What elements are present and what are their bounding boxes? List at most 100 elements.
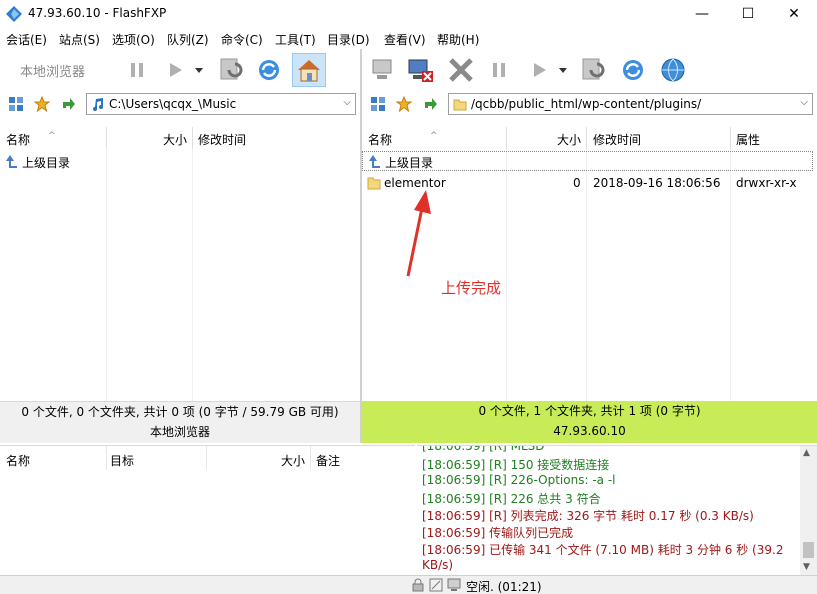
idle-status-text: 空闲. (01:21)	[466, 580, 542, 594]
transfer-queue[interactable]: 名称 目标 大小 备注	[0, 445, 415, 575]
refresh-icon	[259, 60, 279, 80]
remote-path-combo[interactable]: /qcbb/public_html/wp-content/plugins/ ⌵	[448, 93, 813, 115]
play-dropdown-remote[interactable]	[554, 53, 572, 87]
go-up-arrow-icon[interactable]	[60, 96, 76, 112]
queue-col-target[interactable]: 目标	[110, 452, 134, 469]
left-address-bar: C:\Users\qcqx_\Music ⌵	[0, 91, 360, 117]
abort-button[interactable]	[444, 53, 478, 87]
remote-status-summary: 0 个文件, 1 个文件夹, 共计 1 项 (0 字节)	[478, 404, 701, 418]
log-line: KB/s)	[422, 558, 454, 572]
home-icon	[298, 60, 320, 82]
disconnect-computer-icon	[408, 59, 433, 82]
right-col-attr[interactable]: 属性	[736, 131, 760, 148]
abort-x-icon	[449, 58, 473, 82]
menu-view[interactable]: 查看(V)	[384, 31, 426, 48]
dropdown-arrow-icon	[195, 68, 203, 73]
left-toolbar: 本地浏览器	[0, 49, 360, 91]
site-manager-icon[interactable]	[8, 96, 24, 112]
refresh-button-remote[interactable]	[616, 53, 650, 87]
local-path-combo[interactable]: C:\Users\qcqx_\Music ⌵	[86, 93, 356, 115]
refresh-dir-button[interactable]	[214, 53, 248, 87]
play-dropdown[interactable]	[190, 53, 208, 87]
list-item-name: 上级目录	[22, 156, 71, 170]
local-file-list[interactable]: 上级目录	[0, 149, 360, 401]
play-button-remote[interactable]	[522, 53, 556, 87]
left-col-modified[interactable]: 修改时间	[198, 131, 246, 148]
list-item[interactable]: 上级目录	[0, 151, 360, 171]
left-col-size[interactable]: 大小	[163, 131, 187, 148]
right-col-size[interactable]: 大小	[557, 131, 581, 148]
web-browser-button[interactable]	[656, 53, 690, 87]
connect-button[interactable]	[366, 53, 400, 87]
pause-icon	[131, 63, 143, 77]
play-icon	[170, 63, 182, 77]
column-divider[interactable]	[730, 127, 731, 149]
remote-status-panel: 0 个文件, 1 个文件夹, 共计 1 项 (0 字节) 47.93.60.10	[362, 401, 817, 443]
sort-up-icon: ^	[430, 131, 438, 141]
log-line: [18:06:59] 传输队列已完成	[422, 526, 574, 540]
chevron-down-icon: ⌵	[343, 97, 351, 108]
menu-sites[interactable]: 站点(S)	[59, 31, 100, 48]
log-line: [18:06:59] 已传输 341 个文件 (7.10 MB) 耗时 3 分钟…	[422, 543, 784, 557]
minimize-button[interactable]: —	[679, 0, 725, 28]
column-divider[interactable]	[586, 127, 587, 149]
refresh-dir-button-remote[interactable]	[576, 53, 610, 87]
column-divider[interactable]	[310, 446, 311, 470]
scroll-up-icon[interactable]: ▲	[803, 448, 810, 458]
globe-icon	[661, 58, 685, 82]
menu-session[interactable]: 会话(E)	[6, 31, 47, 48]
dropdown-arrow-icon	[559, 68, 567, 73]
list-item[interactable]: 上级目录	[362, 151, 813, 171]
column-guide	[106, 149, 107, 401]
menu-help[interactable]: 帮助(H)	[437, 31, 479, 48]
menu-directory[interactable]: 目录(D)	[327, 31, 370, 48]
local-status-label: 本地浏览器	[149, 425, 210, 439]
log-line: [18:06:59] [R] 226-Options: -a -l	[422, 473, 616, 487]
right-col-name[interactable]: 名称	[368, 131, 392, 148]
favorites-star-icon[interactable]	[396, 96, 412, 112]
column-divider[interactable]	[106, 127, 107, 149]
local-path-text: C:\Users\qcqx_\Music	[109, 97, 237, 111]
menu-options[interactable]: 选项(O)	[112, 31, 155, 48]
right-column-header: ^ 名称 大小 修改时间 属性	[362, 127, 817, 149]
left-col-name[interactable]: 名称	[6, 131, 30, 148]
window-title: 47.93.60.10 - FlashFXP	[28, 6, 167, 20]
column-divider[interactable]	[192, 127, 193, 149]
menu-commands[interactable]: 命令(C)	[221, 31, 263, 48]
transfer-refresh-icon	[220, 58, 243, 80]
list-item-modified: 2018-09-16 18:06:56	[593, 176, 721, 190]
right-toolbar	[362, 49, 817, 91]
go-up-arrow-icon[interactable]	[422, 96, 438, 112]
log-scrollbar[interactable]: ▲ ▼	[800, 446, 817, 575]
disconnect-button[interactable]	[404, 53, 438, 87]
right-col-modified[interactable]: 修改时间	[593, 131, 641, 148]
scroll-down-icon[interactable]: ▼	[803, 562, 810, 572]
close-button[interactable]: ✕	[771, 0, 817, 28]
session-log[interactable]: [18:06:59] [R] MLSD [18:06:59] [R] 150 接…	[417, 445, 817, 575]
refresh-icon	[623, 60, 643, 80]
menu-tools[interactable]: 工具(T)	[275, 31, 316, 48]
queue-col-note[interactable]: 备注	[316, 452, 340, 469]
scroll-thumb[interactable]	[803, 542, 814, 558]
column-divider[interactable]	[506, 127, 507, 149]
home-button[interactable]	[292, 53, 326, 87]
menu-bar: 会话(E) 站点(S) 选项(O) 队列(Z) 命令(C) 工具(T) 目录(D…	[0, 28, 817, 49]
folder-icon	[367, 177, 381, 190]
queue-col-name[interactable]: 名称	[6, 452, 30, 469]
log-line: [18:06:59] [R] 226 总共 3 符合	[422, 492, 601, 506]
site-manager-icon[interactable]	[370, 96, 386, 112]
favorites-star-icon[interactable]	[34, 96, 50, 112]
queue-col-size[interactable]: 大小	[281, 452, 305, 469]
play-button[interactable]	[158, 53, 192, 87]
column-divider[interactable]	[206, 446, 207, 470]
refresh-button[interactable]	[252, 53, 286, 87]
pause-button[interactable]	[120, 53, 154, 87]
pause-button-remote[interactable]	[482, 53, 516, 87]
maximize-button[interactable]: ☐	[725, 0, 771, 28]
remote-path-text: /qcbb/public_html/wp-content/plugins/	[471, 97, 702, 111]
column-divider[interactable]	[106, 446, 107, 470]
computer-status-icon	[447, 578, 461, 591]
menu-queue[interactable]: 队列(Z)	[167, 31, 209, 48]
play-icon	[534, 63, 546, 77]
remote-status-host: 47.93.60.10	[553, 424, 626, 438]
